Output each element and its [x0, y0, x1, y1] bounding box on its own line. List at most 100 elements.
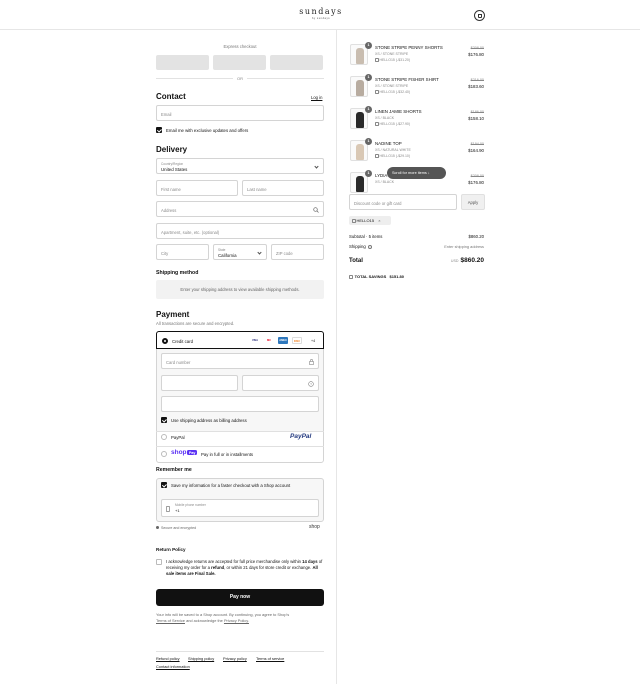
column-divider: [336, 30, 337, 684]
tag-icon: [349, 275, 353, 279]
express-button-2[interactable]: [213, 55, 266, 70]
save-info-label: Save my information for a faster checkou…: [171, 483, 291, 488]
expiration-date-field[interactable]: [161, 375, 238, 391]
chevron-down-icon: [257, 250, 262, 255]
lock-icon: [309, 358, 314, 365]
product-variant: XS / STONE STRIPE: [375, 84, 409, 88]
apply-button[interactable]: Apply: [461, 194, 485, 210]
city-field[interactable]: City: [156, 244, 209, 260]
or-label: OR: [233, 76, 247, 81]
discount-code-field[interactable]: Discount code or gift card: [349, 194, 457, 210]
shipping-label: Shipping: [349, 244, 372, 249]
apartment-field[interactable]: Apartment, suite, etc. (optional): [156, 223, 324, 239]
product-variant: XS / BLACK: [375, 116, 395, 120]
pay-now-button[interactable]: Pay now: [156, 589, 324, 606]
product-discount-code: HELLO15 (-$29.10): [379, 154, 411, 158]
return-policy-text: I acknowledge returns are accepted for f…: [166, 559, 324, 578]
billing-address-checkbox[interactable]: [161, 417, 167, 423]
state-select[interactable]: State California: [213, 244, 267, 260]
header: sundays by sundays: [0, 0, 640, 30]
total-currency: USD: [450, 259, 459, 263]
footer-terms-of-service[interactable]: Terms of service: [256, 656, 284, 661]
country-select[interactable]: Country/Region United States: [156, 158, 324, 174]
security-code-field[interactable]: ?: [242, 375, 319, 391]
payment-separator: [156, 446, 324, 447]
card-number-field[interactable]: Card number: [161, 353, 319, 369]
return-policy-checkbox[interactable]: [156, 559, 162, 565]
shopping-bag-icon[interactable]: [474, 10, 485, 21]
first-name-field[interactable]: First name: [156, 180, 238, 196]
product-name: NADINE TOP: [375, 141, 402, 146]
phone-icon: [166, 506, 170, 512]
apartment-placeholder: Apartment, suite, etc. (optional): [161, 229, 220, 235]
credit-card-label: Credit card: [172, 338, 194, 344]
product-original-price: $208.00: [470, 46, 484, 50]
zip-placeholder: ZIP code: [276, 250, 293, 256]
shop-logo: shop: [309, 524, 320, 530]
address-field[interactable]: Address: [156, 201, 324, 217]
help-icon[interactable]: ?: [308, 380, 314, 387]
product-image: [356, 144, 364, 160]
footer-divider: [156, 651, 324, 652]
shipping-method-heading: Shipping method: [156, 270, 199, 276]
terms-of-service-link[interactable]: Terms of Service: [156, 618, 185, 623]
tag-icon: [375, 122, 379, 126]
secure-note: Secure and encrypted: [161, 526, 197, 530]
return-days-number: 14: [302, 559, 307, 564]
product-image: [356, 176, 364, 192]
footer-contact-information[interactable]: Contact information: [156, 664, 190, 669]
product-name: STONE STRIPE FISHER SHIRT: [375, 77, 439, 82]
quantity-badge: 1: [365, 74, 372, 81]
product-price: $176.80: [468, 180, 484, 185]
discount-code-placeholder: Discount code or gift card: [354, 200, 402, 206]
applied-discount-code: HELLO15: [356, 218, 375, 223]
paypal-radio[interactable]: [161, 434, 167, 440]
credit-card-option[interactable]: Credit card VISA MC AMEX DISC +4: [156, 331, 324, 349]
newsletter-checkbox[interactable]: [156, 127, 162, 133]
tag-icon: [375, 90, 379, 94]
credit-card-radio[interactable]: [162, 338, 168, 344]
privacy-policy-link[interactable]: Privacy Policy.: [224, 618, 249, 623]
zip-field[interactable]: ZIP code: [271, 244, 324, 260]
product-discount-code: HELLO15 (-$27.90): [379, 122, 411, 126]
tag-icon: [375, 154, 379, 158]
email-field[interactable]: Email: [156, 105, 324, 121]
product-name: LINEN JAMIE SHORTS: [375, 109, 422, 114]
product-image: [356, 48, 364, 64]
billing-address-label: Use shipping address as billing address: [171, 418, 247, 423]
mobile-phone-field[interactable]: Mobile phone number +1: [161, 499, 319, 517]
newsletter-label: Email me with exclusive updates and offe…: [166, 128, 249, 133]
subtotal-value: $860.20: [468, 234, 484, 239]
remove-discount-icon[interactable]: ×: [378, 218, 380, 223]
express-button-1[interactable]: [156, 55, 209, 70]
brand-name: sundays: [299, 7, 343, 16]
info-icon[interactable]: [367, 244, 372, 249]
save-info-checkbox[interactable]: [161, 482, 167, 488]
paypal-label: PayPal: [171, 435, 185, 440]
last-name-field[interactable]: Last name: [242, 180, 324, 196]
shop-notice: Your info will be saved to a Shop accoun…: [156, 612, 324, 623]
product-name: LYDIA: [375, 173, 388, 178]
quantity-badge: 1: [365, 170, 372, 177]
shoppay-logo: shop: [171, 449, 187, 456]
product-variant: XS / BLACK: [375, 180, 395, 184]
shipping-method-box: Enter your shipping address to view avai…: [156, 280, 324, 299]
product-discount-code: HELLO15 (-$31.20): [379, 58, 411, 62]
express-button-3[interactable]: [270, 55, 323, 70]
product-discount: HELLO15 (-$29.10): [375, 154, 410, 158]
applied-discount-chip: HELLO15 ×: [349, 216, 391, 225]
login-link[interactable]: Log in: [311, 95, 322, 100]
brand-logo[interactable]: sundays by sundays: [295, 7, 347, 20]
shipping-label-text: Shipping: [349, 244, 366, 249]
shipping-method-message: Enter your shipping address to view avai…: [180, 287, 300, 292]
visa-icon: VISA: [250, 337, 260, 344]
product-variant: XS / NATURAL WHITE: [375, 148, 411, 152]
total-savings-value: $151.80: [389, 274, 404, 279]
shoppay-radio[interactable]: [161, 451, 167, 457]
return-policy-heading: Return Policy: [156, 547, 186, 552]
name-on-card-field[interactable]: [161, 396, 319, 412]
footer-refund-policy[interactable]: Refund policy: [156, 656, 180, 661]
footer-shipping-policy[interactable]: Shipping policy: [188, 656, 214, 661]
return-policy-line-3: exchange.: [291, 565, 312, 571]
footer-privacy-policy[interactable]: Privacy policy: [223, 656, 247, 661]
